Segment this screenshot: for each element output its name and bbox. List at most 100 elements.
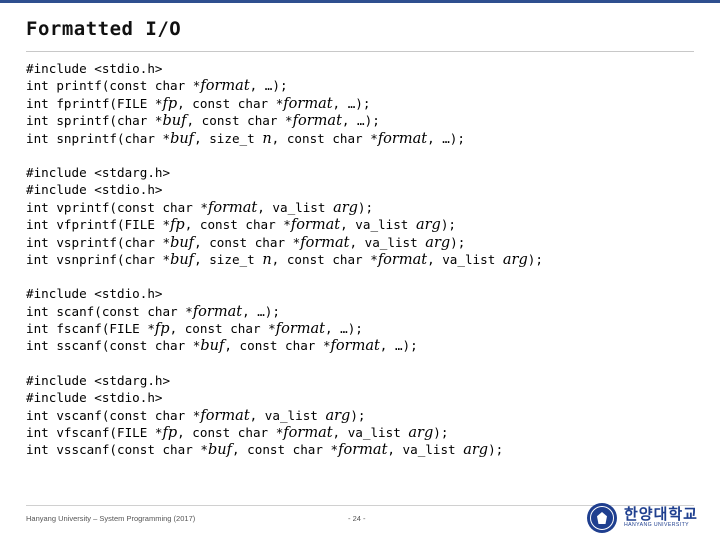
code-block: #include <stdio.h> int printf(const char … — [26, 60, 696, 147]
code-parameter-name: arg — [425, 234, 451, 251]
code-text: int printf(const char * — [26, 78, 201, 94]
page-title: Formatted I/O — [26, 18, 182, 40]
code-line: int fprintf(FILE *fp, const char *format… — [26, 95, 696, 112]
code-line: int vprintf(const char *format, va_list … — [26, 199, 696, 216]
code-parameter-name: arg — [502, 251, 528, 268]
code-text: #include <stdarg.h> — [26, 372, 171, 388]
code-line: int sprintf(char *buf, const char *forma… — [26, 112, 696, 129]
code-text: int fscanf(FILE * — [26, 321, 155, 337]
code-parameter-name: format — [300, 234, 350, 251]
code-parameter-name: format — [200, 407, 250, 424]
code-text: , const char * — [224, 338, 331, 354]
code-text: , const char * — [271, 130, 378, 146]
code-block: #include <stdio.h> int scanf(const char *… — [26, 285, 696, 355]
code-text: , const char * — [177, 425, 284, 441]
code-parameter-name: format — [275, 321, 325, 338]
code-parameter-name: arg — [325, 407, 351, 424]
code-text: , va_list — [427, 251, 503, 267]
code-parameter-name: format — [200, 78, 250, 95]
top-accent-bar — [0, 0, 720, 3]
code-parameter-name: format — [377, 130, 428, 147]
code-parameter-name: arg — [333, 199, 358, 216]
slide: Formatted I/O #include <stdio.h> int prin… — [0, 0, 720, 540]
code-line: #include <stdio.h> — [26, 181, 696, 198]
code-line: #include <stdio.h> — [26, 389, 696, 406]
code-parameter-name: format — [292, 113, 342, 130]
code-text: ); — [450, 234, 466, 250]
code-parameter-name: n — [262, 251, 272, 268]
code-text: int vfprintf(FILE * — [26, 217, 171, 233]
code-text: #include <stdio.h> — [26, 390, 163, 406]
footer-page-number: - 24 - — [348, 514, 366, 523]
code-parameter-name: format — [330, 338, 380, 355]
code-line: int vfprintf(FILE *fp, const char *forma… — [26, 216, 696, 233]
code-parameter-name: fp — [154, 321, 170, 338]
university-logo-text: 한양대학교 HANYANG UNIVERSITY — [624, 507, 698, 528]
code-text: int snprintf(char * — [26, 130, 171, 146]
code-text: ); — [357, 199, 374, 215]
code-text: ); — [350, 407, 366, 423]
code-text: ); — [433, 425, 449, 441]
code-text: , va_list — [249, 407, 326, 423]
code-line: #include <stdarg.h> — [26, 372, 696, 389]
code-line: int snprintf(char *buf, size_t n, const … — [26, 130, 696, 147]
code-text: #include <stdarg.h> — [26, 164, 171, 180]
code-text: , size_t — [194, 130, 263, 146]
code-line: int sscanf(const char *buf, const char *… — [26, 337, 696, 354]
code-text: int sscanf(const char * — [26, 338, 201, 354]
code-text: , …); — [379, 338, 418, 354]
code-line: int vsscanf(const char *buf, const char … — [26, 441, 696, 458]
code-line: int vsprintf(char *buf, const char *form… — [26, 234, 696, 251]
code-text: , …); — [332, 95, 371, 111]
code-parameter-name: buf — [200, 338, 225, 355]
code-parameter-name: arg — [415, 217, 441, 234]
code-line: int vscanf(const char *format, va_list a… — [26, 407, 696, 424]
code-text: int vprintf(const char * — [26, 199, 208, 215]
footer-course-label: Hanyang University – System Programming … — [26, 514, 196, 523]
code-parameter-name: fp — [170, 217, 185, 234]
code-block: #include <stdarg.h> #include <stdio.h> int… — [26, 372, 696, 459]
code-text: , const char * — [177, 95, 284, 111]
code-text: , const char * — [184, 217, 291, 233]
code-text: ); — [440, 217, 456, 233]
code-parameter-name: format — [338, 442, 388, 459]
code-text: , va_list — [387, 442, 464, 458]
code-line: int scanf(const char *format, …); — [26, 303, 696, 320]
code-text: , va_list — [340, 217, 416, 233]
code-line: #include <stdio.h> — [26, 60, 696, 77]
code-parameter-name: buf — [170, 130, 195, 147]
code-line: #include <stdio.h> — [26, 285, 696, 302]
code-parameter-name: format — [283, 95, 333, 112]
code-parameter-name: buf — [170, 234, 195, 251]
code-text: , size_t — [194, 251, 263, 267]
code-parameter-name: fp — [162, 95, 178, 112]
code-text: , const char * — [271, 251, 378, 267]
code-parameter-name: format — [283, 425, 333, 442]
code-text: #include <stdio.h> — [26, 182, 163, 198]
code-parameter-name: n — [262, 130, 272, 147]
code-text: , …); — [242, 303, 280, 319]
code-text: #include <stdio.h> — [26, 286, 163, 302]
code-text: int fprintf(FILE * — [26, 95, 163, 111]
code-text: , …); — [341, 113, 380, 129]
code-text: , va_list — [332, 425, 409, 441]
code-text: int vsprintf(char * — [26, 234, 171, 250]
code-text: ); — [488, 442, 504, 458]
code-text: int vsscanf(const char * — [26, 442, 208, 458]
code-parameter-name: format — [290, 217, 341, 234]
code-text: , va_list — [349, 234, 426, 250]
code-parameter-name: format — [377, 251, 428, 268]
code-block: #include <stdarg.h> #include <stdio.h> int… — [26, 164, 696, 268]
code-text: , …); — [249, 78, 288, 94]
code-text: ); — [527, 251, 543, 267]
code-text: int vscanf(const char * — [26, 407, 201, 423]
code-listing: #include <stdio.h> int printf(const char … — [26, 60, 696, 476]
code-parameter-name: format — [192, 303, 243, 320]
code-text: #include <stdio.h> — [26, 61, 163, 76]
code-parameter-name: format — [207, 199, 258, 216]
code-parameter-name: arg — [463, 442, 489, 459]
code-text: , …); — [324, 321, 363, 337]
university-name-ko: 한양대학교 — [623, 506, 698, 524]
code-text: , const char * — [194, 234, 301, 250]
code-text: , const char * — [169, 321, 276, 337]
